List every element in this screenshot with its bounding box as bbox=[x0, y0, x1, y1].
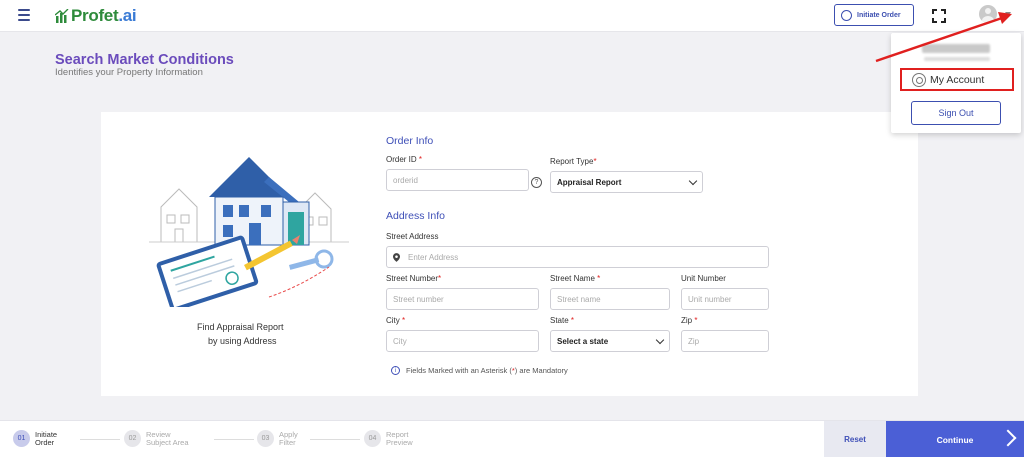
illustration-caption-line2: by using Address bbox=[208, 336, 277, 346]
report-type-select[interactable]: Appraisal Report bbox=[550, 171, 703, 193]
sign-out-label: Sign Out bbox=[938, 108, 974, 118]
zip-input[interactable]: Zip bbox=[681, 330, 769, 352]
required-asterisk: * bbox=[597, 274, 601, 283]
logo-suffix: .ai bbox=[118, 6, 137, 25]
step-label-line2: Subject Area bbox=[146, 437, 189, 447]
state-label: State * bbox=[550, 316, 574, 325]
chevron-down-icon[interactable] bbox=[1005, 12, 1011, 16]
initiate-order-label: Initiate Order bbox=[857, 11, 901, 19]
app-logo[interactable]: Profet.ai bbox=[55, 6, 137, 26]
house-illustration bbox=[149, 157, 349, 307]
street-number-input[interactable]: Street number bbox=[386, 288, 539, 310]
step-report-preview[interactable]: 04 Report Preview bbox=[364, 430, 413, 447]
step-connector bbox=[214, 439, 254, 440]
help-icon[interactable]: ? bbox=[531, 177, 542, 188]
state-label-text: State bbox=[550, 316, 569, 325]
info-icon: i bbox=[391, 366, 400, 375]
search-icon bbox=[841, 9, 852, 21]
logo-bars-icon bbox=[55, 9, 69, 23]
street-address-placeholder: Enter Address bbox=[408, 252, 459, 262]
fullscreen-icon[interactable] bbox=[932, 9, 946, 23]
blurred-user-email bbox=[924, 57, 990, 61]
step-connector bbox=[80, 439, 120, 440]
unit-number-input[interactable]: Unit number bbox=[681, 288, 769, 310]
state-value: Select a state bbox=[557, 336, 609, 346]
step-number: 02 bbox=[124, 430, 141, 447]
chevron-down-icon bbox=[688, 176, 698, 185]
step-review-subject-area[interactable]: 02 Review Subject Area bbox=[124, 430, 189, 447]
location-pin-icon bbox=[393, 252, 400, 262]
street-number-label-text: Street Number bbox=[386, 274, 439, 283]
workflow-stepper: 01 Initiate Order 02 Review Subject Area 0… bbox=[0, 420, 1024, 457]
reset-button[interactable]: Reset bbox=[824, 421, 886, 457]
notice-text-after: ) are Mandatory bbox=[514, 366, 568, 375]
account-icon bbox=[912, 72, 926, 87]
sign-out-button[interactable]: Sign Out bbox=[911, 101, 1001, 125]
chevron-down-icon bbox=[655, 335, 665, 344]
required-asterisk: * bbox=[438, 274, 442, 283]
street-number-label: Street Number* bbox=[386, 274, 441, 283]
unit-number-label: Unit Number bbox=[681, 274, 726, 283]
search-form-card: Find Appraisal Report by using Address O… bbox=[101, 112, 918, 396]
continue-button[interactable]: Continue bbox=[886, 421, 1024, 457]
my-account-label: My Account bbox=[930, 73, 985, 86]
illustration-caption-line1: Find Appraisal Report bbox=[197, 322, 284, 332]
step-label-line2: Preview bbox=[386, 437, 413, 447]
step-connector bbox=[310, 439, 360, 440]
page-subtitle: Identifies your Property Information bbox=[55, 67, 203, 78]
step-apply-filter[interactable]: 03 Apply Filter bbox=[257, 430, 298, 447]
report-type-value: Appraisal Report bbox=[557, 177, 622, 187]
continue-label: Continue bbox=[936, 434, 974, 445]
street-name-label: Street Name * bbox=[550, 274, 600, 283]
state-select[interactable]: Select a state bbox=[550, 330, 670, 352]
reset-label: Reset bbox=[844, 435, 866, 444]
street-address-input[interactable]: Enter Address bbox=[386, 246, 769, 268]
step-label-line2: Filter bbox=[279, 437, 296, 447]
order-id-placeholder: orderid bbox=[393, 175, 418, 185]
zip-label-text: Zip bbox=[681, 316, 693, 325]
order-info-heading: Order Info bbox=[386, 135, 434, 147]
required-asterisk: * bbox=[570, 316, 575, 325]
street-name-placeholder: Street name bbox=[557, 294, 601, 304]
street-number-placeholder: Street number bbox=[393, 294, 444, 304]
page-title: Search Market Conditions bbox=[55, 52, 234, 68]
order-id-label: Order ID * bbox=[386, 155, 422, 164]
city-label-text: City bbox=[386, 316, 400, 325]
blurred-user-name bbox=[922, 44, 990, 53]
notice-text-before: Fields Marked with an Asterisk ( bbox=[406, 366, 512, 375]
city-placeholder: City bbox=[393, 336, 407, 346]
street-name-label-text: Street Name bbox=[550, 274, 595, 283]
user-dropdown-menu: My Account Sign Out bbox=[891, 33, 1021, 133]
unit-number-placeholder: Unit number bbox=[688, 294, 732, 304]
logo-text: Profet bbox=[71, 6, 119, 25]
step-number: 04 bbox=[364, 430, 381, 447]
mandatory-notice: i Fields Marked with an Asterisk ( * ) a… bbox=[391, 366, 568, 375]
report-type-label: Report Type* bbox=[550, 157, 597, 166]
chevron-right-icon bbox=[999, 429, 1017, 447]
step-number: 01 bbox=[13, 430, 30, 447]
hamburger-menu-icon[interactable] bbox=[18, 9, 30, 21]
required-asterisk: * bbox=[593, 157, 597, 166]
user-avatar[interactable] bbox=[979, 5, 997, 23]
required-asterisk: * bbox=[694, 316, 698, 325]
step-label-line2: Order bbox=[35, 437, 55, 447]
street-name-input[interactable]: Street name bbox=[550, 288, 670, 310]
step-number: 03 bbox=[257, 430, 274, 447]
required-asterisk: * bbox=[418, 155, 423, 164]
report-type-label-text: Report Type bbox=[550, 157, 594, 166]
order-id-label-text: Order ID bbox=[386, 155, 417, 164]
initiate-order-button[interactable]: Initiate Order bbox=[834, 4, 914, 26]
city-input[interactable]: City bbox=[386, 330, 539, 352]
step-initiate-order[interactable]: 01 Initiate Order bbox=[13, 430, 57, 447]
my-account-menu-item[interactable]: My Account bbox=[900, 68, 1014, 91]
zip-label: Zip * bbox=[681, 316, 697, 325]
required-asterisk: * bbox=[402, 316, 406, 325]
city-label: City * bbox=[386, 316, 405, 325]
top-header: Profet.ai Initiate Order bbox=[0, 0, 1024, 32]
order-id-input[interactable]: orderid bbox=[386, 169, 529, 191]
street-address-label: Street Address bbox=[386, 232, 439, 241]
address-info-heading: Address Info bbox=[386, 210, 445, 222]
zip-placeholder: Zip bbox=[688, 336, 700, 346]
